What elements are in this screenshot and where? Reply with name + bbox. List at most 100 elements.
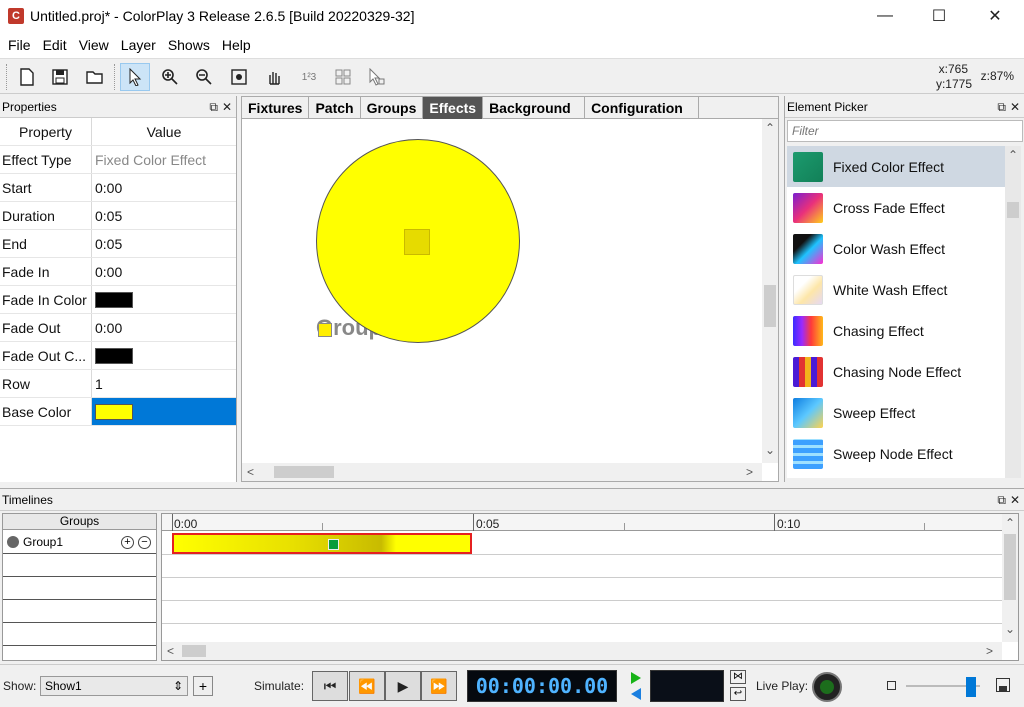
- close-panel-icon[interactable]: ✕: [222, 100, 232, 114]
- property-row-end[interactable]: End 0:05: [0, 230, 236, 258]
- property-row-base-color[interactable]: Base Color: [0, 398, 236, 426]
- timeline-row[interactable]: [162, 601, 1002, 624]
- close-window-button[interactable]: ✕: [972, 0, 1018, 32]
- scroll-left-icon[interactable]: <: [167, 644, 174, 658]
- property-value[interactable]: 1: [92, 370, 236, 397]
- property-value[interactable]: 0:00: [92, 258, 236, 285]
- timeline-track-area[interactable]: 0:00 0:05 0:10 ⌃ ⌄ < >: [161, 513, 1019, 661]
- skip-to-start-button[interactable]: ⏮: [312, 671, 348, 701]
- canvas-vertical-scrollbar[interactable]: ⌃ ⌄: [762, 119, 778, 463]
- tab-patch[interactable]: Patch: [309, 97, 361, 119]
- open-folder-button[interactable]: [80, 63, 110, 91]
- list-item-color-wash[interactable]: Color Wash Effect: [787, 228, 1005, 269]
- fade-in-color-swatch[interactable]: [95, 291, 133, 308]
- group-row[interactable]: Group1 + −: [3, 531, 156, 554]
- property-value[interactable]: 0:00: [92, 314, 236, 341]
- step-forward-button[interactable]: [629, 671, 643, 685]
- minimize-button[interactable]: —: [862, 0, 908, 32]
- float-panel-icon[interactable]: ⧉: [997, 493, 1006, 508]
- property-row-duration[interactable]: Duration 0:05: [0, 202, 236, 230]
- timeline-horizontal-scrollbar[interactable]: < >: [162, 642, 1002, 660]
- list-item-white-wash[interactable]: White Wash Effect: [787, 269, 1005, 310]
- property-row-row[interactable]: Row 1: [0, 370, 236, 398]
- tab-fixtures[interactable]: Fixtures: [242, 97, 310, 119]
- property-value[interactable]: [92, 342, 236, 369]
- menu-help[interactable]: Help: [216, 37, 257, 53]
- effect-clip[interactable]: [172, 533, 472, 554]
- float-panel-icon[interactable]: ⧉: [997, 100, 1006, 115]
- tab-configuration[interactable]: Configuration: [585, 97, 700, 119]
- number-tool-button[interactable]: 1²3: [294, 63, 324, 91]
- grid-tool-button[interactable]: [328, 63, 358, 91]
- picker-scroll-thumb[interactable]: [1007, 202, 1019, 218]
- eye-icon[interactable]: [7, 536, 19, 548]
- scroll-left-icon[interactable]: <: [247, 465, 254, 479]
- maximize-button[interactable]: ☐: [916, 0, 962, 32]
- loop-button[interactable]: ↩: [730, 687, 746, 701]
- property-row-start[interactable]: Start 0:00: [0, 174, 236, 202]
- property-row-fade-out-color[interactable]: Fade Out C...: [0, 342, 236, 370]
- list-item-chasing[interactable]: Chasing Effect: [787, 310, 1005, 351]
- effect-canvas[interactable]: Group: [242, 119, 762, 463]
- scroll-up-icon[interactable]: ⌃: [1008, 148, 1018, 162]
- timeline-scroll-thumb[interactable]: [1004, 534, 1016, 600]
- property-row-effect-type[interactable]: Effect Type Fixed Color Effect: [0, 146, 236, 174]
- scroll-down-icon[interactable]: ⌄: [1005, 622, 1015, 636]
- vertical-scroll-thumb[interactable]: [764, 285, 776, 327]
- show-dropdown[interactable]: Show1 ⇕: [40, 676, 188, 696]
- close-panel-icon[interactable]: ✕: [1010, 100, 1020, 114]
- fast-forward-button[interactable]: ⏩: [421, 671, 457, 701]
- play-button[interactable]: ▶: [385, 671, 421, 701]
- menu-edit[interactable]: Edit: [37, 37, 73, 53]
- tab-effects[interactable]: Effects: [423, 97, 484, 119]
- scroll-right-icon[interactable]: >: [986, 644, 993, 658]
- zoom-fit-button[interactable]: [224, 63, 254, 91]
- group-marker[interactable]: [318, 323, 332, 337]
- time-ruler[interactable]: 0:00 0:05 0:10: [162, 514, 1002, 531]
- list-item-fixed-color[interactable]: Fixed Color Effect: [787, 146, 1005, 187]
- timeline-vertical-scrollbar[interactable]: ⌃ ⌄: [1002, 514, 1018, 642]
- scroll-up-icon[interactable]: ⌃: [1005, 516, 1015, 530]
- menu-layer[interactable]: Layer: [115, 37, 162, 53]
- zoom-out-button[interactable]: [189, 63, 219, 91]
- filter-input[interactable]: [787, 120, 1023, 142]
- picker-scrollbar[interactable]: ⌃: [1005, 146, 1021, 478]
- live-play-button[interactable]: [812, 672, 842, 702]
- expand-button[interactable]: ⋈: [730, 670, 746, 684]
- menu-file[interactable]: File: [2, 37, 37, 53]
- add-effect-icon[interactable]: +: [121, 536, 134, 549]
- canvas-horizontal-scrollbar[interactable]: < >: [242, 463, 762, 481]
- timeline-h-scroll-thumb[interactable]: [182, 645, 206, 657]
- scroll-up-icon[interactable]: ⌃: [765, 121, 775, 135]
- property-value[interactable]: [92, 286, 236, 313]
- zoom-large-icon[interactable]: [996, 678, 1010, 692]
- menu-view[interactable]: View: [73, 37, 115, 53]
- float-panel-icon[interactable]: ⧉: [209, 100, 218, 115]
- scroll-right-icon[interactable]: >: [746, 465, 753, 479]
- remove-effect-icon[interactable]: −: [138, 536, 151, 549]
- new-file-button[interactable]: [12, 63, 42, 91]
- list-item-chasing-node[interactable]: Chasing Node Effect: [787, 351, 1005, 392]
- multi-select-button[interactable]: [362, 63, 392, 91]
- timeline-row[interactable]: [162, 555, 1002, 578]
- close-panel-icon[interactable]: ✕: [1010, 493, 1020, 507]
- property-value[interactable]: 0:05: [92, 202, 236, 229]
- scroll-down-icon[interactable]: ⌄: [765, 443, 775, 457]
- menu-shows[interactable]: Shows: [162, 37, 216, 53]
- select-tool-button[interactable]: [120, 63, 150, 91]
- save-button[interactable]: [45, 63, 75, 91]
- list-item-sweep-node[interactable]: Sweep Node Effect: [787, 433, 1005, 474]
- tab-background[interactable]: Background: [483, 97, 586, 119]
- horizontal-scroll-thumb[interactable]: [274, 466, 334, 478]
- fade-out-color-swatch[interactable]: [95, 347, 133, 364]
- effect-center-handle[interactable]: [404, 229, 430, 255]
- property-row-fade-in-color[interactable]: Fade In Color: [0, 286, 236, 314]
- zoom-slider-thumb[interactable]: [966, 677, 976, 697]
- base-color-swatch[interactable]: [95, 403, 133, 420]
- effect-clip-marker[interactable]: [328, 539, 339, 550]
- property-row-fade-out[interactable]: Fade Out 0:00: [0, 314, 236, 342]
- zoom-small-icon[interactable]: [887, 681, 896, 690]
- zoom-in-button[interactable]: [155, 63, 185, 91]
- step-back-button[interactable]: [629, 687, 643, 701]
- list-item-cross-fade[interactable]: Cross Fade Effect: [787, 187, 1005, 228]
